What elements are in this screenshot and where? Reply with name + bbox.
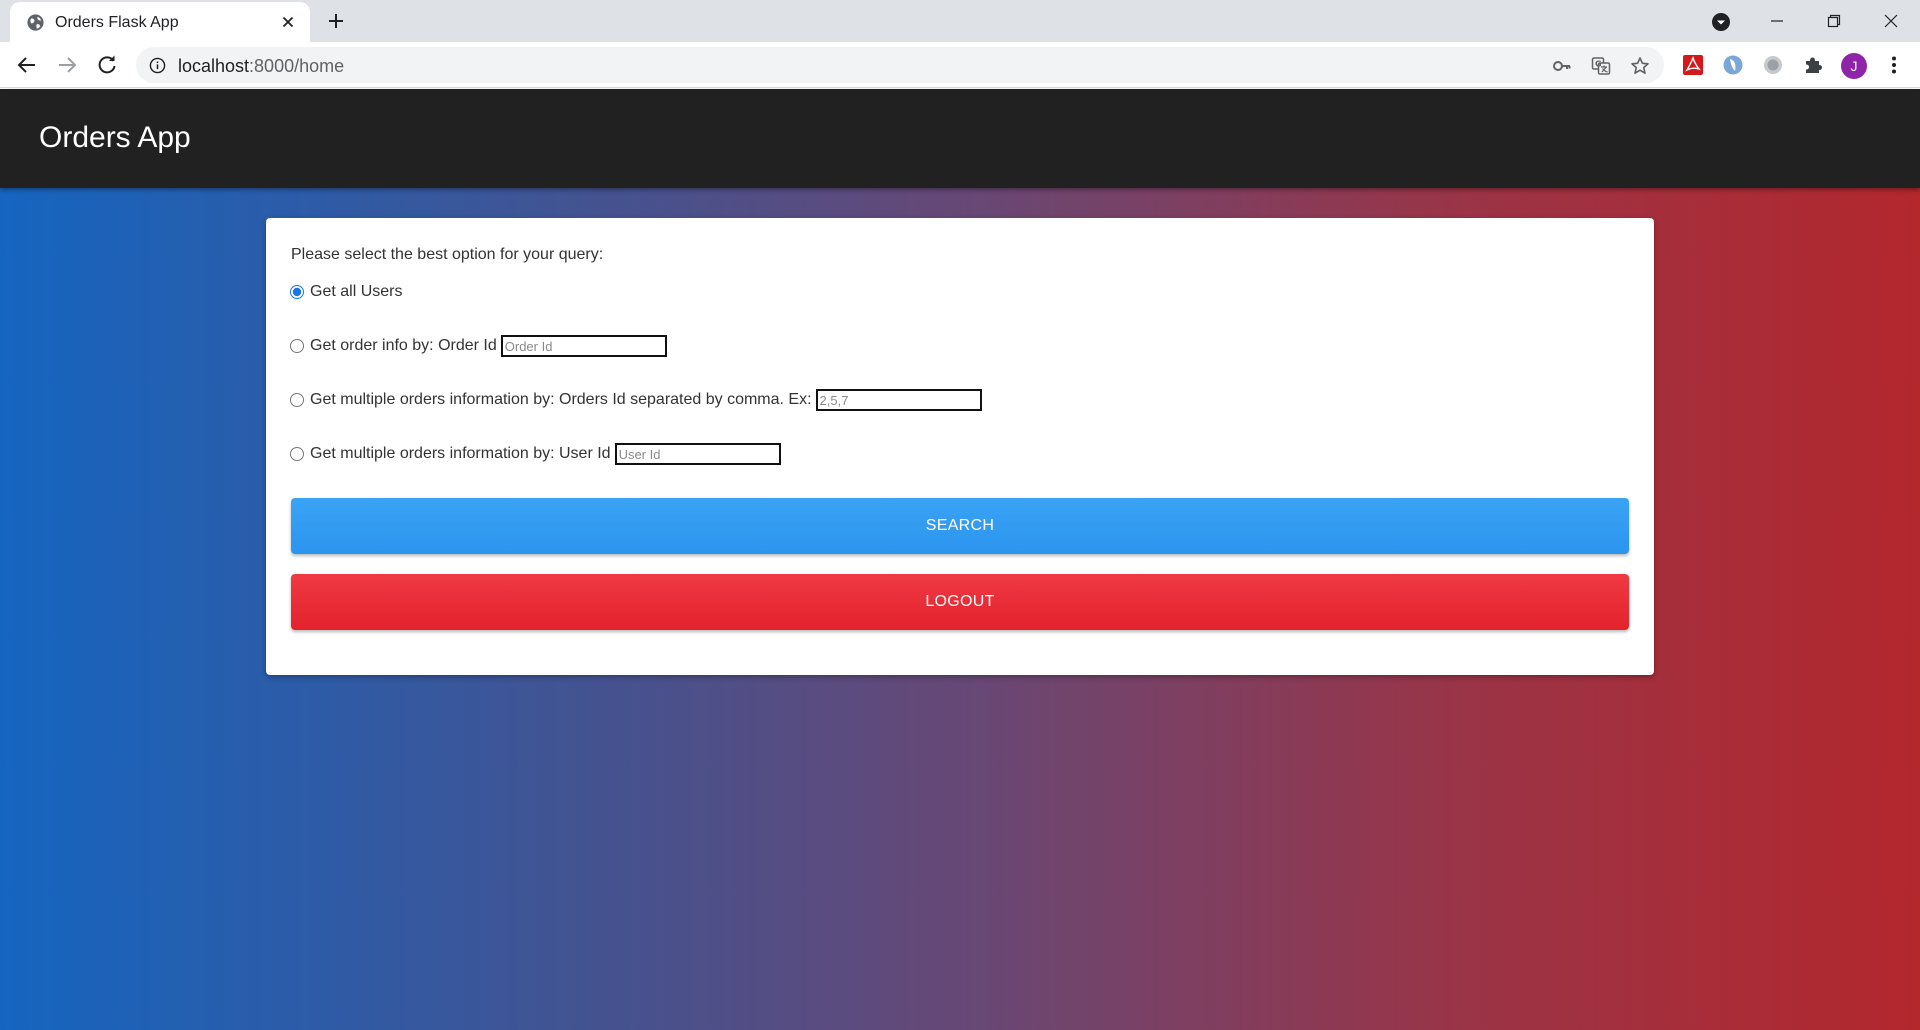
pdf-extension-icon[interactable] — [1682, 54, 1704, 76]
option-order-by-id[interactable]: Get order info by: Order Id — [290, 334, 667, 358]
svg-text:G: G — [1595, 60, 1602, 69]
orders-ids-input[interactable] — [815, 389, 982, 411]
extensions-puzzle-icon[interactable] — [1802, 54, 1824, 76]
url-host: localhost — [178, 56, 250, 76]
app-title: Orders App — [39, 121, 191, 154]
extension-circle-icon[interactable] — [1762, 54, 1784, 76]
query-form-card: Please select the best option for your q… — [266, 218, 1654, 675]
close-window-button[interactable] — [1862, 0, 1920, 42]
globe-icon — [27, 14, 44, 31]
browser-toolbar: localhost:8000/home G J — [0, 42, 1920, 88]
close-tab-icon[interactable] — [280, 14, 296, 30]
option-get-all-users[interactable]: Get all Users — [290, 280, 406, 304]
query-prompt: Please select the best option for your q… — [291, 246, 604, 263]
tab-search-icon[interactable] — [1711, 12, 1731, 32]
site-info-icon[interactable] — [149, 57, 166, 74]
browser-tab[interactable]: Orders Flask App — [10, 2, 310, 42]
option-label: Get multiple orders information by: Orde… — [310, 391, 812, 408]
key-icon[interactable] — [1552, 56, 1572, 76]
back-arrow-icon[interactable] — [15, 53, 39, 77]
option-orders-by-ids[interactable]: Get multiple orders information by: Orde… — [290, 388, 982, 412]
minimize-icon — [1771, 20, 1783, 22]
user-id-input[interactable] — [614, 443, 781, 465]
reload-icon[interactable] — [95, 53, 119, 77]
more-options-icon[interactable] — [1883, 54, 1905, 76]
app-header: Orders App — [0, 89, 1920, 188]
option-label: Get all Users — [310, 283, 403, 300]
forward-arrow-icon[interactable] — [55, 53, 79, 77]
browser-tab-strip: Orders Flask App — [0, 0, 1920, 42]
option-orders-by-user-id[interactable]: Get multiple orders information by: User… — [290, 442, 781, 466]
radio-orders-by-user-id[interactable] — [290, 447, 304, 461]
minimize-button[interactable] — [1748, 0, 1806, 42]
bookmark-star-icon[interactable] — [1630, 56, 1650, 76]
radio-order-by-id[interactable] — [290, 339, 304, 353]
restore-button[interactable] — [1805, 0, 1863, 42]
search-button[interactable]: SEARCH — [291, 498, 1629, 554]
app-page: Orders App Please select the best option… — [0, 89, 1920, 1030]
radio-get-all-users[interactable] — [290, 285, 304, 299]
profile-avatar[interactable]: J — [1841, 53, 1867, 79]
url-path: :8000/home — [249, 56, 345, 76]
url-text: localhost:8000/home — [178, 56, 344, 76]
option-label: Get multiple orders information by: User… — [310, 445, 611, 462]
close-window-icon — [1884, 14, 1898, 28]
address-bar[interactable]: localhost:8000/home G — [136, 47, 1664, 83]
restore-icon — [1827, 14, 1841, 28]
logout-button[interactable]: LOGOUT — [291, 574, 1629, 630]
radio-orders-by-ids[interactable] — [290, 393, 304, 407]
order-id-input[interactable] — [500, 335, 667, 357]
new-tab-icon[interactable] — [326, 11, 346, 31]
tab-title: Orders Flask App — [55, 14, 179, 31]
option-label: Get order info by: Order Id — [310, 337, 497, 354]
extension-swirl-icon[interactable] — [1722, 54, 1744, 76]
translate-icon[interactable]: G — [1591, 56, 1611, 76]
